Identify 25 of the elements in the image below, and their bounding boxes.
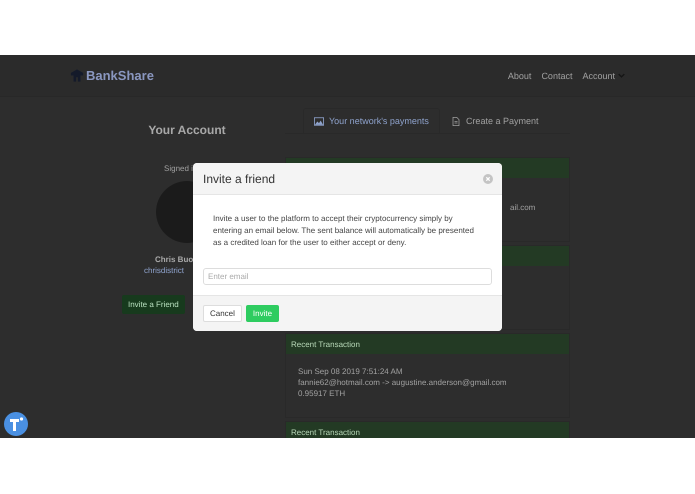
dialog-message: Invite a user to the platform to accept their cryptocurrency simply by entering an email below. The sent balance will automatically be presented as a credited loan for the user to either accept or deny.	[213, 213, 475, 249]
nav-link[interactable]: About	[508, 70, 532, 80]
tab[interactable]: Your network's payments	[303, 108, 440, 133]
transaction-line: 0.95917 ETH	[298, 388, 346, 399]
card-title: Recent Transaction	[291, 340, 360, 348]
transaction-line: ail.com	[510, 202, 536, 213]
account-menu[interactable]: Account	[582, 70, 625, 80]
user-name: Chris Buo	[155, 255, 194, 264]
nav-link[interactable]: Contact	[541, 70, 572, 80]
transaction-line: fannie62@hotmail.com -> augustine.anderson@gmail.com	[298, 377, 508, 388]
invite-friend-button[interactable]: Invite a Friend	[122, 295, 185, 314]
tab[interactable]: Create a Payment	[440, 108, 550, 133]
transaction-line: Sun Sep 08 2019 7:51:24 AM	[298, 366, 404, 377]
user-email[interactable]: chrisdistrict	[144, 266, 184, 275]
document-icon	[450, 116, 461, 126]
dialog-title: Invite a friend	[203, 172, 276, 186]
cancel-button[interactable]: Cancel	[203, 305, 242, 322]
logo-badge-icon	[4, 412, 28, 436]
signed-in-text: Signed i	[164, 164, 193, 173]
brand-name[interactable]: BankShare	[86, 68, 154, 83]
close-icon[interactable]	[483, 174, 493, 184]
image-icon	[314, 116, 324, 126]
email-field[interactable]: Enter email	[203, 268, 492, 285]
card-title: Recent Transaction	[291, 428, 360, 436]
section-title: Your Account	[148, 123, 226, 137]
